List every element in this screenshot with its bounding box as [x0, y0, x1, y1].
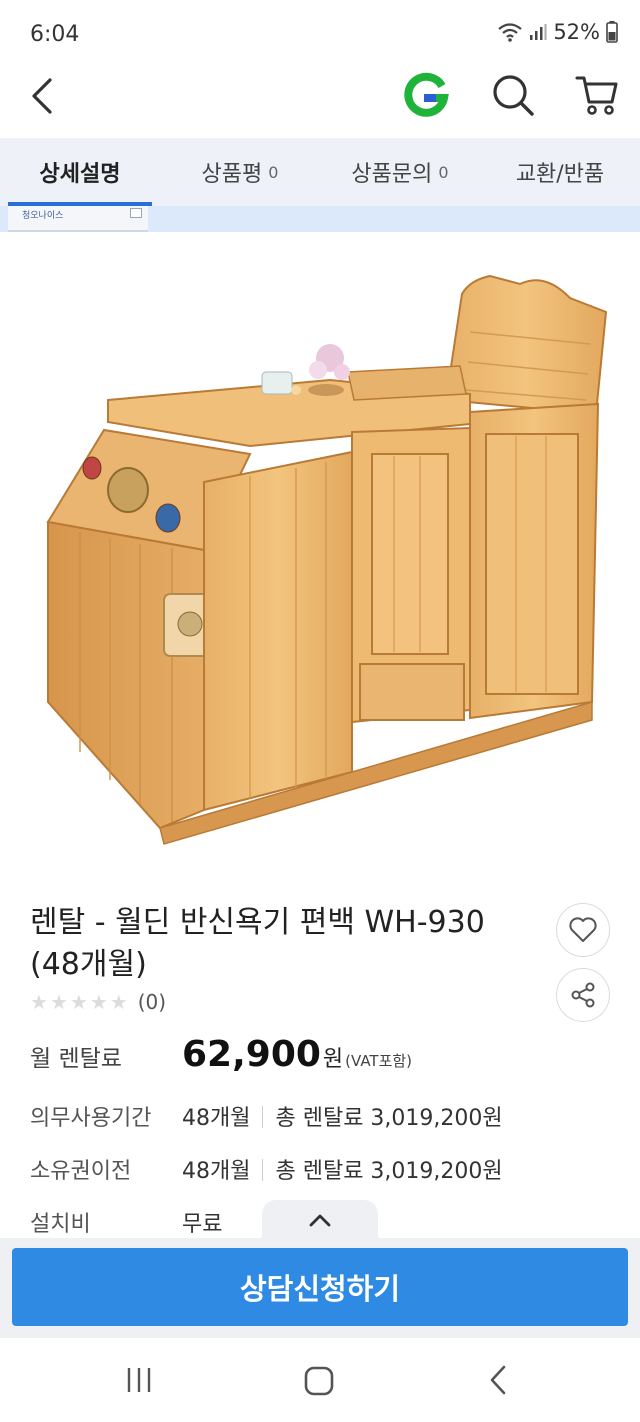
tab-label: 상품평 [201, 162, 263, 187]
chevron-up-icon [309, 1214, 331, 1227]
detail-label: 소유권이전 [30, 1159, 132, 1184]
recent-apps-icon[interactable] [124, 1366, 154, 1394]
tab-label: 교환/반품 [515, 162, 605, 187]
detail-total: 총 렌탈료 3,019,200원 [275, 1106, 503, 1131]
detail-tabs: 상세설명 상품평 0 상품문의 0 교환/반품 [0, 138, 640, 206]
divider [262, 1159, 264, 1181]
top-navigation [0, 60, 640, 138]
tab-questions[interactable]: 상품문의 0 [320, 138, 480, 206]
battery-percent: 52% [553, 20, 600, 44]
share-button[interactable] [556, 968, 610, 1022]
signal-icon [530, 24, 547, 40]
rating-count: (0) [137, 990, 167, 1014]
price-currency: 원 [322, 1047, 344, 1072]
star-icon: ★ [30, 990, 48, 1014]
status-time: 6:04 [30, 22, 80, 47]
star-icon: ★ [89, 990, 108, 1014]
consultation-request-button[interactable]: 상담신청하기 [12, 1248, 628, 1326]
detail-period: 48개월 [182, 1159, 251, 1184]
gmarket-logo-icon[interactable] [402, 72, 450, 120]
detail-total: 총 렌탈료 3,019,200원 [275, 1159, 503, 1184]
detail-row: 소유권이전 48개월 총 렌탈료 3,019,200원 [30, 1153, 503, 1185]
detail-row: 설치비 무료 [30, 1206, 222, 1238]
product-image[interactable] [0, 232, 640, 872]
wifi-icon [498, 23, 523, 42]
star-icon: ★ [49, 990, 68, 1014]
promo-banner-strip[interactable]: 청오나이스 [0, 206, 640, 232]
detail-row: 의무사용기간 48개월 총 렌탈료 3,019,200원 [30, 1100, 503, 1132]
search-icon[interactable] [490, 72, 536, 118]
home-icon[interactable] [303, 1365, 335, 1397]
detail-period: 무료 [182, 1212, 223, 1237]
vat-note: (VAT포함) [345, 1052, 413, 1070]
tab-label: 상세설명 [39, 162, 121, 187]
tab-count: 0 [268, 162, 279, 182]
status-icons: 52% [497, 20, 618, 44]
banner-brand: 청오나이스 [22, 211, 64, 221]
banner-brand-card: 청오나이스 [8, 206, 148, 232]
detail-period: 48개월 [182, 1106, 251, 1131]
detail-label: 설치비 [30, 1212, 91, 1237]
cta-label: 상담신청하기 [239, 1272, 401, 1306]
product-detail-page: 6:04 52% 상세설명 상품평 0 상품문의 0 교환/반품 청오나이스 렌… [0, 0, 640, 1422]
tab-reviews[interactable]: 상품평 0 [160, 138, 320, 206]
product-rating[interactable]: ★ ★ ★ ★ ★ (0) [30, 990, 166, 1014]
product-title-line2: (48개월) [30, 947, 147, 982]
monthly-rental-price: 62,900 [182, 1034, 321, 1075]
back-arrow-icon[interactable] [22, 74, 66, 118]
share-icon [571, 982, 595, 1008]
tab-label: 상품문의 [351, 162, 433, 187]
banner-checkbox-icon [130, 208, 142, 218]
product-title: 렌탈 - 월딘 반신욕기 편백 WH-930 (48개월) [30, 902, 530, 986]
system-navigation-bar [0, 1338, 640, 1422]
divider [262, 1106, 264, 1128]
star-icon: ★ [69, 990, 88, 1014]
system-back-icon[interactable] [486, 1364, 510, 1396]
detail-label: 의무사용기간 [30, 1106, 152, 1131]
cart-icon[interactable] [574, 70, 620, 118]
heart-icon [569, 917, 597, 942]
tab-count: 0 [438, 162, 449, 182]
collapse-toggle-button[interactable] [262, 1200, 378, 1240]
wishlist-button[interactable] [556, 903, 610, 957]
tab-description[interactable]: 상세설명 [0, 138, 160, 206]
battery-icon [606, 21, 618, 43]
monthly-rental-row: 월 렌탈료 62,900 원 (VAT포함) [30, 1034, 412, 1075]
product-title-line1: 렌탈 - 월딘 반신욕기 편백 WH-930 [30, 905, 485, 940]
monthly-rental-label: 월 렌탈료 [30, 1046, 122, 1072]
tab-exchange-return[interactable]: 교환/반품 [480, 138, 640, 206]
half-bath-cabinet-illustration [46, 274, 608, 845]
star-icon: ★ [109, 990, 128, 1014]
